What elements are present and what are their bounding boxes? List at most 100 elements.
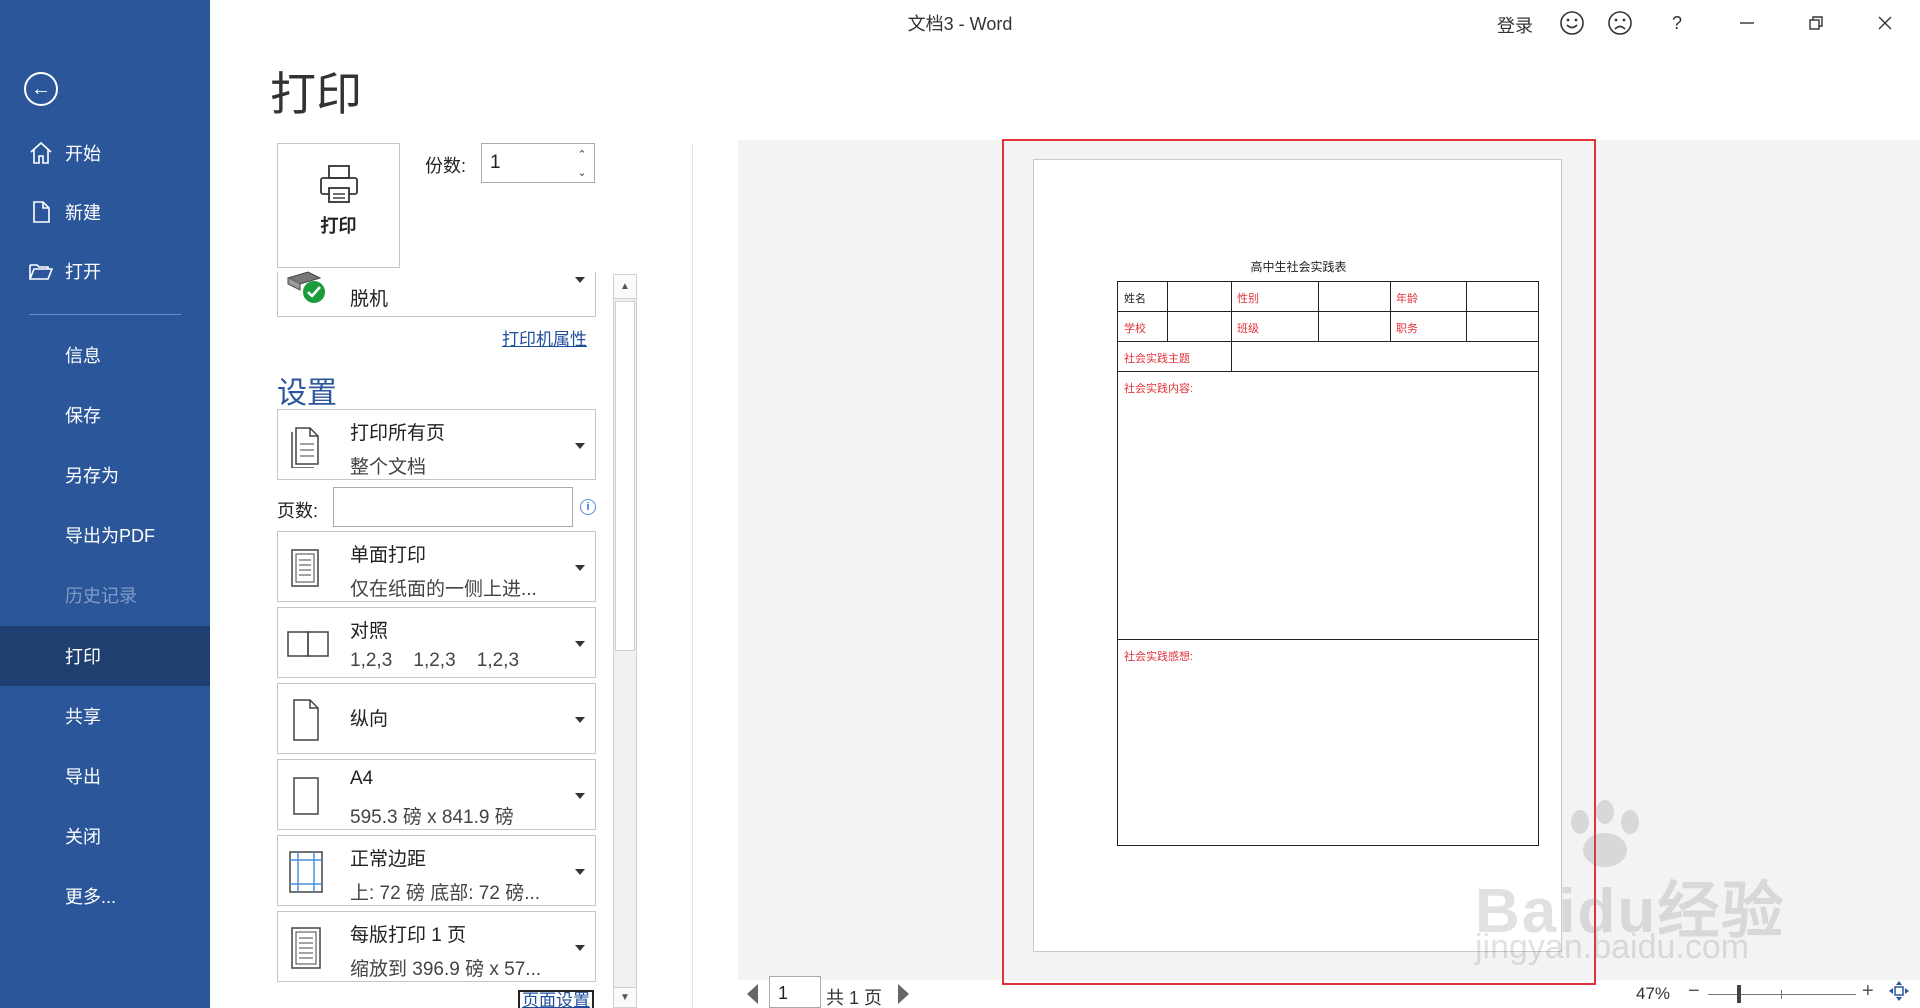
option-line2: 595.3 磅 x 841.9 磅 [350,807,514,828]
sidebar-item-export[interactable]: 导出 [0,746,210,806]
print-button[interactable]: 打印 [277,143,400,268]
option-line2: 缩放到 396.9 磅 x 57... [350,959,542,980]
sidebar-item-label: 开始 [65,144,101,164]
sidebar-item-label: 打开 [65,262,101,282]
panel-divider [692,143,693,1008]
pages-input[interactable] [333,487,573,527]
previous-page-icon[interactable] [747,984,758,1004]
printer-dropdown[interactable]: 脱机 [277,271,596,317]
printer-icon [319,165,358,203]
copies-label: 份数: [425,156,467,176]
print-range-dropdown[interactable]: 打印所有页 整个文档 [277,409,596,480]
zoom-slider-tick [1781,990,1782,999]
margins-icon [289,851,323,893]
spin-down-icon[interactable]: ⌄ [574,164,590,180]
page-total: 共 1 页 [826,988,883,1008]
next-page-icon[interactable] [898,984,909,1004]
restore-icon[interactable] [1802,9,1830,37]
sidebar-divider [29,314,181,315]
paper-size-icon [293,777,319,815]
watermark: Baidu经验 jingyan.baidu.com [1460,800,1900,970]
info-icon[interactable]: i [580,499,596,515]
settings-scrollbar[interactable]: ▲ ▼ [613,274,637,1008]
pages-label: 页数: [277,501,319,521]
zoom-out-button[interactable]: − [1688,980,1700,1003]
sidebar-item-share[interactable]: 共享 [0,686,210,746]
sidebar-item-label: 信息 [65,346,101,366]
sidebar-item-info[interactable]: 信息 [0,325,210,385]
close-icon[interactable] [1871,9,1899,37]
login-link[interactable]: 登录 [1497,12,1533,38]
settings-heading: 设置 [277,377,337,410]
sidebar-item-print[interactable]: 打印 [0,626,210,686]
window-title-text: 文档3 - Word [907,14,1013,34]
paper-size-dropdown[interactable]: A4 595.3 磅 x 841.9 磅 [277,759,596,830]
chevron-down-icon [575,793,585,799]
sidebar-item-close[interactable]: 关闭 [0,806,210,866]
option-line2: 上: 72 磅 底部: 72 磅... [350,883,541,904]
sidebar-item-label: 保存 [65,406,101,426]
backstage-sidebar: ← 开始 新建 打开 信息 保存 另存为 导出为PDF 历史记录 打印 共享 导… [0,0,210,1008]
print-button-label: 打印 [320,216,357,236]
option-line1: 单面打印 [350,545,427,566]
frown-icon[interactable] [1606,9,1634,37]
chevron-down-icon [575,641,585,647]
sidebar-item-save-as[interactable]: 另存为 [0,445,210,505]
sidebar-item-new[interactable]: 新建 [0,182,210,242]
collate-dropdown[interactable]: 对照 1,2,3 1,2,3 1,2,3 [277,607,596,678]
option-line1: 打印所有页 [350,423,446,444]
zoom-level[interactable]: 47% [1636,984,1670,1004]
margins-dropdown[interactable]: 正常边距 上: 72 磅 底部: 72 磅... [277,835,596,906]
option-line1: 正常边距 [350,849,427,870]
chevron-down-icon [575,869,585,875]
sidebar-item-label: 导出 [65,767,101,787]
chevron-down-icon [575,277,585,283]
back-arrow-icon[interactable]: ← [24,72,58,106]
scroll-down-icon[interactable]: ▼ [614,987,636,1007]
sidebar-item-label: 共享 [65,707,101,727]
option-line2: 仅在纸面的一侧上进... [350,579,537,600]
orientation-dropdown[interactable]: 纵向 [277,683,596,754]
page-setup-link[interactable]: 页面设置 [518,990,594,1008]
scroll-thumb[interactable] [615,301,635,651]
zoom-to-page-icon[interactable] [1888,980,1910,1002]
pages-per-sheet-icon [291,927,321,969]
sidebar-item-label: 另存为 [65,466,119,486]
printer-properties-link[interactable]: 打印机属性 [502,325,587,350]
chevron-down-icon [575,945,585,951]
smile-icon[interactable] [1558,9,1586,37]
chevron-down-icon [575,717,585,723]
zoom-in-button[interactable]: + [1862,980,1874,1003]
help-icon[interactable]: ? [1663,9,1691,37]
printer-status-icon [286,271,325,303]
sidebar-item-label: 更多... [65,887,117,907]
sidebar-item-open[interactable]: 打开 [0,241,210,301]
sides-dropdown[interactable]: 单面打印 仅在纸面的一侧上进... [277,531,596,602]
sidebar-item-save[interactable]: 保存 [0,385,210,445]
option-line2: 1,2,3 1,2,3 1,2,3 [350,650,520,671]
minimize-icon[interactable] [1733,9,1761,37]
option-line1: 每版打印 1 页 [350,925,467,946]
sidebar-item-label: 打印 [65,647,101,667]
pages-per-sheet-dropdown[interactable]: 每版打印 1 页 缩放到 396.9 磅 x 57... [277,911,596,982]
sidebar-item-more[interactable]: 更多... [0,866,210,926]
sidebar-item-history: 历史记录 [0,565,210,625]
page-title: 打印 [270,68,362,120]
sidebar-item-export-pdf[interactable]: 导出为PDF [0,505,210,565]
watermark-url: jingyan.baidu.com [1475,928,1750,966]
option-line2: 整个文档 [350,457,427,478]
sidebar-item-home[interactable]: 开始 [0,123,210,183]
scroll-up-icon[interactable]: ▲ [614,275,636,299]
portrait-icon [293,699,319,741]
zoom-slider[interactable] [1708,994,1856,995]
page-number-input[interactable]: 1 [769,976,821,1008]
sidebar-item-label: 关闭 [65,827,101,847]
spin-up-icon[interactable]: ⌃ [574,146,590,162]
option-line1: 对照 [350,621,389,642]
sidebar-item-label: 新建 [65,203,101,223]
zoom-slider-thumb[interactable] [1737,985,1741,1003]
home-icon [30,141,52,164]
collate-icon [287,631,329,657]
all-pages-icon [291,427,319,468]
sidebar-item-label: 历史记录 [65,586,137,606]
